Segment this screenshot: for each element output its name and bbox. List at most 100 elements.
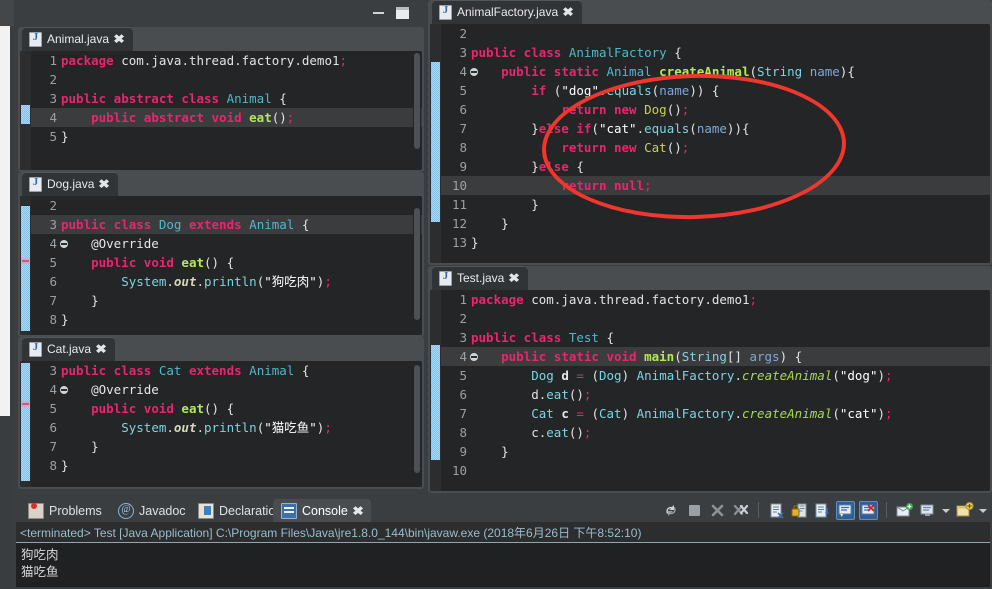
fold-collapse-icon[interactable]: [60, 240, 68, 248]
tab-javadoc[interactable]: @ Javadoc: [110, 499, 194, 522]
relaunch-icon[interactable]: [662, 501, 681, 520]
editor-vertical-scrollbar[interactable]: [413, 198, 421, 333]
code-line: 6 return new Dog();: [441, 100, 990, 119]
code-line: 3 public abstract class Animal {: [31, 89, 422, 108]
close-icon[interactable]: ✖: [99, 178, 111, 190]
code-token: d: [531, 387, 539, 402]
code-token: }: [61, 129, 69, 144]
console-output-line: 狗吃肉: [21, 547, 59, 562]
code-token: name: [809, 64, 840, 79]
display-selected-console-icon[interactable]: [836, 500, 855, 520]
code-token: demo1: [301, 53, 340, 68]
tab-label: AnimalFactory.java: [457, 5, 559, 19]
code-token: thread: [188, 53, 235, 68]
code-line: 7 Cat c = (Cat) AnimalFactory.createAnim…: [441, 404, 990, 423]
pin-console-icon[interactable]: [813, 501, 832, 520]
tab-dog-java[interactable]: Dog.java ✖: [22, 172, 119, 196]
close-icon[interactable]: ✖: [509, 272, 521, 284]
tab-problems[interactable]: Problems: [20, 499, 110, 522]
stderr-console-icon[interactable]: [859, 500, 878, 520]
code-token: Cat: [598, 406, 622, 421]
line-number: 4: [459, 64, 467, 79]
tab-cat-java[interactable]: Cat.java ✖: [22, 337, 116, 361]
close-icon[interactable]: ✖: [562, 6, 574, 18]
tabrow-cat: Cat.java ✖: [18, 337, 424, 361]
close-icon[interactable]: ✖: [352, 504, 364, 518]
code-token: .: [181, 53, 189, 68]
code-token: {: [598, 330, 615, 345]
console-toolbar: [662, 499, 988, 521]
line-number: 3: [49, 363, 57, 378]
tab-test-java[interactable]: Test.java ✖: [432, 266, 529, 290]
code-line: 8 return new Cat();: [441, 138, 990, 157]
line-number: 3: [49, 91, 57, 106]
open-console-icon[interactable]: [895, 501, 914, 520]
code-token: eat: [546, 425, 569, 440]
line-number: 3: [459, 45, 467, 60]
remove-launch-icon[interactable]: [708, 501, 727, 520]
line-number: 6: [459, 102, 467, 117]
new-console-view-icon[interactable]: [955, 501, 974, 520]
fold-collapse-icon[interactable]: [470, 68, 478, 76]
code-editor-animalfactory[interactable]: 2 3 public class AnimalFactory {4 public s…: [430, 24, 990, 263]
code-token: public static: [501, 64, 607, 79]
code-editor-test[interactable]: 1 package com.java.thread.factory.demo1; 2…: [430, 290, 990, 491]
code-line: 11 }: [441, 195, 990, 214]
scroll-lock-icon[interactable]: [790, 501, 809, 520]
code-token: ;: [681, 140, 690, 155]
code-token: {: [294, 363, 310, 378]
java-file-icon: [29, 176, 42, 192]
code-token: (): [666, 140, 682, 155]
line-number: 7: [459, 121, 467, 136]
line-number: 3: [459, 330, 467, 345]
code-token: []: [726, 349, 750, 364]
code-token: else if: [538, 121, 592, 136]
fold-collapse-icon[interactable]: [60, 386, 68, 394]
code-line: 13}: [441, 233, 990, 252]
code-token: com: [523, 292, 554, 307]
remove-all-terminated-icon[interactable]: [731, 501, 750, 520]
code-editor-cat[interactable]: 3 public class Cat extends Animal {4 @Ove…: [20, 361, 422, 487]
toolbar-separator: [886, 502, 887, 518]
close-icon[interactable]: ✖: [113, 33, 125, 45]
code-token: println: [204, 420, 257, 435]
editor-vertical-scrollbar[interactable]: [413, 363, 421, 485]
code-line: 4 public abstract void eat();: [31, 108, 422, 127]
fold-collapse-icon[interactable]: [470, 353, 478, 361]
code-token: ;: [324, 274, 332, 289]
eclipse-window: Animal.java ✖ 1package com.java.thread.f…: [14, 0, 992, 589]
ide-screen: Animal.java ✖ 1package com.java.thread.f…: [0, 0, 992, 589]
tab-animalfactory-java[interactable]: AnimalFactory.java ✖: [432, 0, 583, 24]
code-token: factory: [651, 292, 705, 307]
code-editor-dog[interactable]: 2 3 public class Dog extends Animal {4 @Ov…: [20, 196, 422, 335]
line-number: 1: [459, 292, 467, 307]
code-token: public class: [61, 217, 159, 232]
bottom-view-stack: Problems @ Javadoc Declaration Console ✖: [14, 497, 992, 589]
console-output[interactable]: 狗吃肉 猫吃鱼: [16, 543, 990, 587]
display-console-dropdown-icon[interactable]: [941, 501, 951, 520]
code-token: (): [271, 110, 287, 125]
editor-vertical-scrollbar[interactable]: [413, 53, 421, 168]
code-editor-animal[interactable]: 1 package com.java.thread.factory.demo1; 2…: [20, 51, 422, 170]
code-token: @Override: [61, 236, 159, 251]
tab-console[interactable]: Console ✖: [273, 499, 371, 522]
code-line: 1 package com.java.thread.factory.demo1;: [441, 290, 990, 309]
new-console-dropdown-icon[interactable]: [978, 501, 988, 520]
line-number: 2: [49, 72, 57, 87]
tab-animal-java[interactable]: Animal.java ✖: [22, 27, 134, 51]
terminate-icon[interactable]: [685, 501, 704, 520]
minimize-icon[interactable]: [372, 7, 385, 19]
maximize-icon[interactable]: [396, 7, 409, 19]
display-console-icon[interactable]: [918, 501, 937, 520]
clear-console-icon[interactable]: [767, 501, 786, 520]
line-number: 5: [49, 401, 57, 416]
code-line: 4 @Override: [31, 234, 422, 253]
close-icon[interactable]: ✖: [95, 343, 107, 355]
line-number: 9: [459, 444, 467, 459]
code-token: ;: [339, 53, 348, 68]
code-token: {: [294, 217, 310, 232]
